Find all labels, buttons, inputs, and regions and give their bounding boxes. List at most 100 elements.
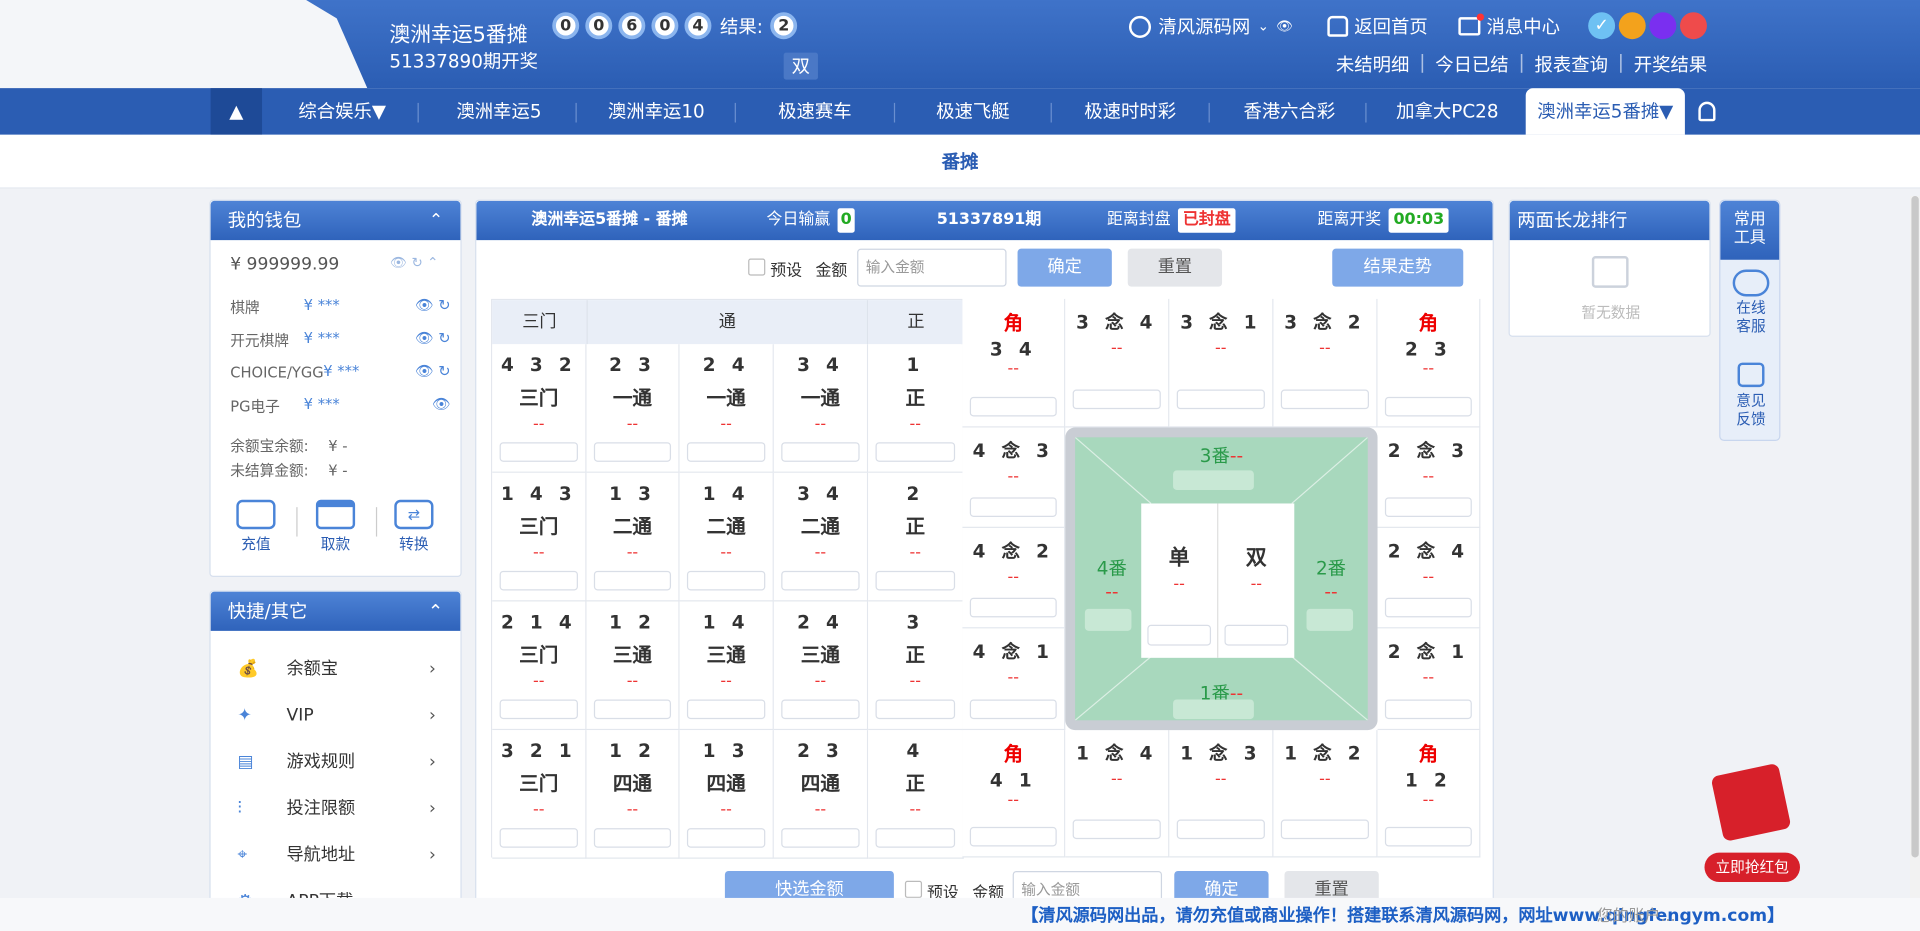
nav-item-speed-ssc[interactable]: 极速时时彩 bbox=[1068, 88, 1193, 135]
bet-cell[interactable]: 1 2 三通 -- bbox=[586, 601, 680, 731]
bet-nian-14[interactable]: 1 念 4 -- bbox=[1065, 730, 1170, 858]
bet-cell[interactable]: 4 3 2 三门 -- bbox=[492, 344, 587, 473]
message-center-link[interactable]: 消息中心 bbox=[1458, 13, 1560, 39]
menu-item-yuebao[interactable]: 💰 余额宝 › bbox=[211, 646, 461, 693]
fan2-input[interactable] bbox=[1306, 608, 1354, 631]
bet-cell[interactable]: 1 3 二通 -- bbox=[586, 472, 680, 602]
close-status: 已封盘 bbox=[1177, 208, 1236, 233]
bet-nian-13[interactable]: 1 念 3 -- bbox=[1169, 730, 1274, 858]
amount-input[interactable]: 输入金额 bbox=[857, 248, 1007, 287]
wallet-row: CHOICE/YGG ¥ *** 👁 ↻ bbox=[230, 362, 451, 381]
bet-jiao-34[interactable]: 角3 4 -- bbox=[962, 298, 1066, 428]
transfer-button[interactable]: ⇄ 转换 bbox=[393, 499, 435, 554]
theme-blue[interactable]: ✓ bbox=[1588, 12, 1616, 40]
bet-fan-4[interactable]: 4番 -- bbox=[1087, 555, 1136, 602]
eye-icon[interactable]: 👁 bbox=[1276, 18, 1293, 34]
chevron-right-icon: › bbox=[429, 798, 436, 819]
nav-item-speed-boat[interactable]: 极速飞艇 bbox=[915, 88, 1031, 135]
bet-cell[interactable]: 3 4 二通 -- bbox=[773, 472, 869, 602]
menu-item-nav-address[interactable]: ⌖ 导航地址 › bbox=[211, 832, 461, 879]
red-packet-widget[interactable]: 立即抢红包 bbox=[1704, 762, 1801, 885]
collapse-icon[interactable]: ⌃ bbox=[429, 201, 443, 240]
menu-item-vip[interactable]: ✦ VIP › bbox=[211, 692, 461, 739]
feedback-button[interactable]: 意见反馈 bbox=[1720, 362, 1781, 429]
bet-cell[interactable]: 2 4 三通 -- bbox=[773, 601, 869, 731]
wallet-title: 我的钱包 bbox=[227, 209, 302, 232]
fan3-input[interactable] bbox=[1173, 470, 1254, 490]
bet-nian-34[interactable]: 3 念 4 -- bbox=[1065, 298, 1170, 428]
bet-cell[interactable]: 3 2 1 三门 -- bbox=[492, 730, 587, 859]
bet-cell[interactable]: 1 4 二通 -- bbox=[679, 472, 774, 602]
bet-jiao-12[interactable]: 角1 2 -- bbox=[1377, 730, 1481, 858]
bet-cell[interactable]: 1 3 四通 -- bbox=[679, 730, 774, 859]
bet-fan-2[interactable]: 2番 -- bbox=[1307, 555, 1356, 602]
bet-nian-23[interactable]: 2 念 3 -- bbox=[1377, 427, 1481, 528]
online-service-button[interactable]: 在线客服 bbox=[1720, 269, 1781, 336]
bet-nian-24[interactable]: 2 念 4 -- bbox=[1377, 527, 1481, 629]
theme-orange[interactable] bbox=[1618, 12, 1646, 40]
nav-item-aus10[interactable]: 澳洲幸运10 bbox=[595, 88, 717, 135]
deposit-button[interactable]: 充值 bbox=[235, 499, 277, 554]
bet-cell[interactable]: 2 4 一通 -- bbox=[679, 344, 774, 473]
theme-red[interactable] bbox=[1680, 12, 1707, 40]
bet-cell[interactable]: 2 正 -- bbox=[868, 472, 964, 602]
bet-nian-43[interactable]: 4 念 3 -- bbox=[962, 427, 1066, 528]
eye-icon[interactable]: 👁 ↻ bbox=[415, 363, 451, 380]
bet-nian-31[interactable]: 3 念 1 -- bbox=[1169, 298, 1274, 428]
nav-item-aus5-fantan[interactable]: 澳洲幸运5番摊▼ bbox=[1525, 88, 1685, 135]
bet-nian-42[interactable]: 4 念 2 -- bbox=[962, 527, 1066, 629]
preset-checkbox[interactable] bbox=[748, 258, 766, 276]
link-unsettled[interactable]: 未结明细 bbox=[1336, 51, 1419, 77]
bet-jiao-41[interactable]: 角4 1 -- bbox=[962, 730, 1066, 858]
bet-dan[interactable]: 单 -- bbox=[1141, 503, 1219, 658]
bet-cell[interactable]: 1 4 三通 -- bbox=[679, 601, 774, 731]
collapse-up-icon[interactable]: ▲ bbox=[210, 88, 263, 135]
menu-item-rules[interactable]: ▤ 游戏规则 › bbox=[211, 739, 461, 786]
nav-item-entertainment[interactable]: 综合娱乐▼ bbox=[284, 88, 400, 135]
confirm-button[interactable]: 确定 bbox=[1017, 248, 1112, 287]
reset-button[interactable]: 重置 bbox=[1127, 248, 1223, 287]
trend-button[interactable]: 结果走势 bbox=[1332, 248, 1464, 287]
link-results[interactable]: 开奖结果 bbox=[1624, 51, 1707, 77]
theme-purple[interactable] bbox=[1649, 12, 1677, 40]
eye-icon[interactable]: 👁 ↻ bbox=[415, 296, 451, 313]
bet-cell[interactable]: 3 正 -- bbox=[868, 601, 964, 731]
withdraw-button[interactable]: 取款 bbox=[315, 499, 357, 554]
fan4-input[interactable] bbox=[1084, 608, 1132, 631]
fan1-input[interactable] bbox=[1173, 699, 1254, 720]
bet-nian-21[interactable]: 2 念 1 -- bbox=[1377, 628, 1481, 731]
menu-item-limits[interactable]: ⫶ 投注限额 › bbox=[211, 785, 461, 832]
nav-item-hk-mark6[interactable]: 香港六合彩 bbox=[1228, 88, 1350, 135]
bet-cell[interactable]: 2 3 一通 -- bbox=[586, 344, 680, 473]
bet-cell[interactable]: 1 4 3 三门 -- bbox=[492, 472, 587, 602]
theme-switcher[interactable]: ✓ bbox=[1588, 12, 1710, 40]
eye-icon[interactable]: 👁 ↻ bbox=[415, 330, 451, 347]
bet-fan-3[interactable]: 3番-- bbox=[1075, 442, 1368, 468]
bet-nian-32[interactable]: 3 念 2 -- bbox=[1273, 298, 1378, 428]
page-scrollbar[interactable] bbox=[1910, 196, 1920, 931]
nav-item-aus5[interactable]: 澳洲幸运5 bbox=[441, 88, 557, 135]
bet-cell[interactable]: 1 2 四通 -- bbox=[586, 730, 680, 859]
nav-item-speed-racing[interactable]: 极速赛车 bbox=[757, 88, 873, 135]
bet-nian-12[interactable]: 1 念 2 -- bbox=[1273, 730, 1378, 858]
bet-cell[interactable]: 1 正 -- bbox=[868, 344, 964, 473]
collapse-icon[interactable]: ⌃ bbox=[428, 592, 443, 631]
bet-shuang[interactable]: 双 -- bbox=[1218, 503, 1295, 658]
link-report[interactable]: 报表查询 bbox=[1525, 51, 1618, 77]
bet-nian-41[interactable]: 4 念 1 -- bbox=[962, 628, 1066, 731]
money-bag-icon: 💰 bbox=[237, 659, 259, 679]
link-today-settled[interactable]: 今日已结 bbox=[1425, 51, 1518, 77]
bet-jiao-23[interactable]: 角2 3 -- bbox=[1377, 298, 1481, 428]
nav-item-canada-pc28[interactable]: 加拿大PC28 bbox=[1387, 88, 1507, 135]
close-label: 距离封盘 bbox=[1106, 210, 1171, 230]
bell-icon[interactable] bbox=[1690, 88, 1724, 135]
user-menu[interactable]: 清风源码网 ⌄ 👁 bbox=[1128, 13, 1293, 39]
preset-checkbox-bottom[interactable] bbox=[904, 880, 923, 898]
bet-cell[interactable]: 4 正 -- bbox=[868, 730, 964, 859]
bet-cell[interactable]: 2 3 四通 -- bbox=[773, 730, 869, 859]
bet-cell[interactable]: 3 4 一通 -- bbox=[773, 344, 869, 473]
bet-cell[interactable]: 2 1 4 三门 -- bbox=[492, 601, 587, 731]
eye-icon[interactable]: 👁 bbox=[432, 396, 451, 413]
balance-actions[interactable]: 👁 ↻ ⌃ bbox=[390, 255, 438, 271]
home-link[interactable]: 返回首页 bbox=[1327, 13, 1428, 39]
